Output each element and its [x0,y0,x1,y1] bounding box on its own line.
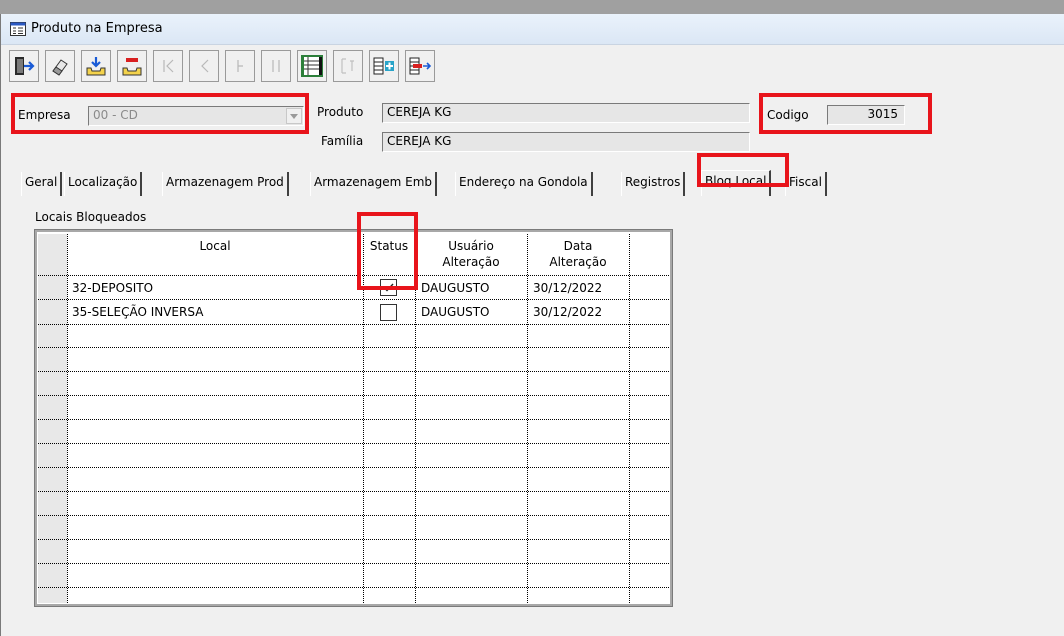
grid-hline [38,467,669,468]
tab-endereco-gondola[interactable]: Endereço na Gondola [455,172,593,196]
codigo-field[interactable]: 3015 [827,105,905,125]
grid-hline [38,539,669,540]
grid-list-button[interactable] [297,50,327,82]
first-record-button[interactable] [153,50,183,82]
grid-hline [38,563,669,564]
grid-hline [38,419,669,420]
tab-registros[interactable]: Registros [621,172,686,196]
grid-hline [38,299,669,300]
clear-button[interactable] [45,50,75,82]
empresa-dropdown-button[interactable] [286,108,302,124]
exit-button[interactable] [9,50,39,82]
grid-hline [38,443,669,444]
grid-list-icon [301,55,323,77]
grid-hline [38,491,669,492]
tab-fiscal[interactable]: Fiscal [785,172,827,196]
add-record-button[interactable] [369,50,399,82]
familia-field[interactable]: CEREJA KG [382,132,750,152]
produto-label: Produto [317,105,364,119]
chevron-down-icon [290,113,298,119]
empresa-label: Empresa [18,108,71,122]
form-window-icon [10,22,26,36]
add-record-icon [373,57,394,75]
next-record-icon [237,60,243,72]
first-record-icon [163,59,174,73]
last-record-button[interactable] [261,50,291,82]
row-2-data[interactable]: 30/12/2022 [533,305,602,319]
column-header-local[interactable]: Local [67,239,363,253]
familia-label: Família [321,134,364,148]
row-1-local[interactable]: 32-DEPOSITO [72,281,153,295]
column-header-data-line1[interactable]: Data [527,239,629,253]
row-1-data[interactable]: 30/12/2022 [533,281,602,295]
delete-tray-icon [122,58,142,76]
empresa-combobox[interactable]: 00 - CD [88,106,304,126]
previous-record-button[interactable] [189,50,219,82]
row-2-usuario[interactable]: DAUGUSTO [421,305,490,319]
background-strip [0,0,1064,14]
locais-bloqueados-grid[interactable]: Local Status Usuário Alteração Data Alte… [34,229,673,607]
tab-armazenagem-emb[interactable]: Armazenagem Emb [310,172,438,196]
grid-hline [38,395,669,396]
remove-record-icon [409,57,432,75]
column-header-status[interactable]: Status [363,239,415,253]
grid-hline [38,275,669,276]
row-1-usuario[interactable]: DAUGUSTO [421,281,490,295]
grid-hline [38,347,669,348]
row-2-local[interactable]: 35-SELEÇÃO INVERSA [72,305,203,319]
column-header-data-line2: Alteração [549,255,607,269]
save-tray-icon [86,57,106,76]
empresa-value: 00 - CD [93,108,138,122]
grid-hline [38,324,669,325]
title-bar[interactable]: Produto na Empresa [1,14,1064,45]
tab-geral[interactable]: Geral [21,172,63,196]
column-header-usuario-line2: Alteração [442,255,500,269]
codigo-label: Codigo [767,108,809,122]
search-records-icon [341,58,354,74]
previous-record-icon [201,59,209,73]
row-2-status-checkbox[interactable] [380,304,397,321]
delete-button[interactable] [117,50,147,82]
grid-hline [38,515,669,516]
eraser-icon [52,59,68,76]
remove-record-button[interactable] [405,50,435,82]
save-button[interactable] [81,50,111,82]
produto-empresa-window: Produto na Empresa Empresa 00 - CD Produ… [0,14,1064,636]
grid-hline [38,371,669,372]
row-1-status-checkbox[interactable] [380,279,397,296]
column-header-usuario-line1[interactable]: Usuário [415,239,527,253]
grid-hline [38,587,669,588]
tab-localizacao[interactable]: Localização [64,172,143,196]
exit-door-icon [15,57,35,75]
produto-field[interactable]: CEREJA KG [382,103,750,123]
locais-bloqueados-label: Locais Bloqueados [35,210,147,224]
checkmark-icon [383,283,394,292]
last-record-icon [272,60,280,72]
window-title: Produto na Empresa [31,21,163,36]
tab-bloq-local[interactable]: Bloq Local [701,170,772,196]
search-button[interactable] [333,50,363,82]
next-record-button[interactable] [225,50,255,82]
tab-armazenagem-prod[interactable]: Armazenagem Prod [162,172,289,196]
